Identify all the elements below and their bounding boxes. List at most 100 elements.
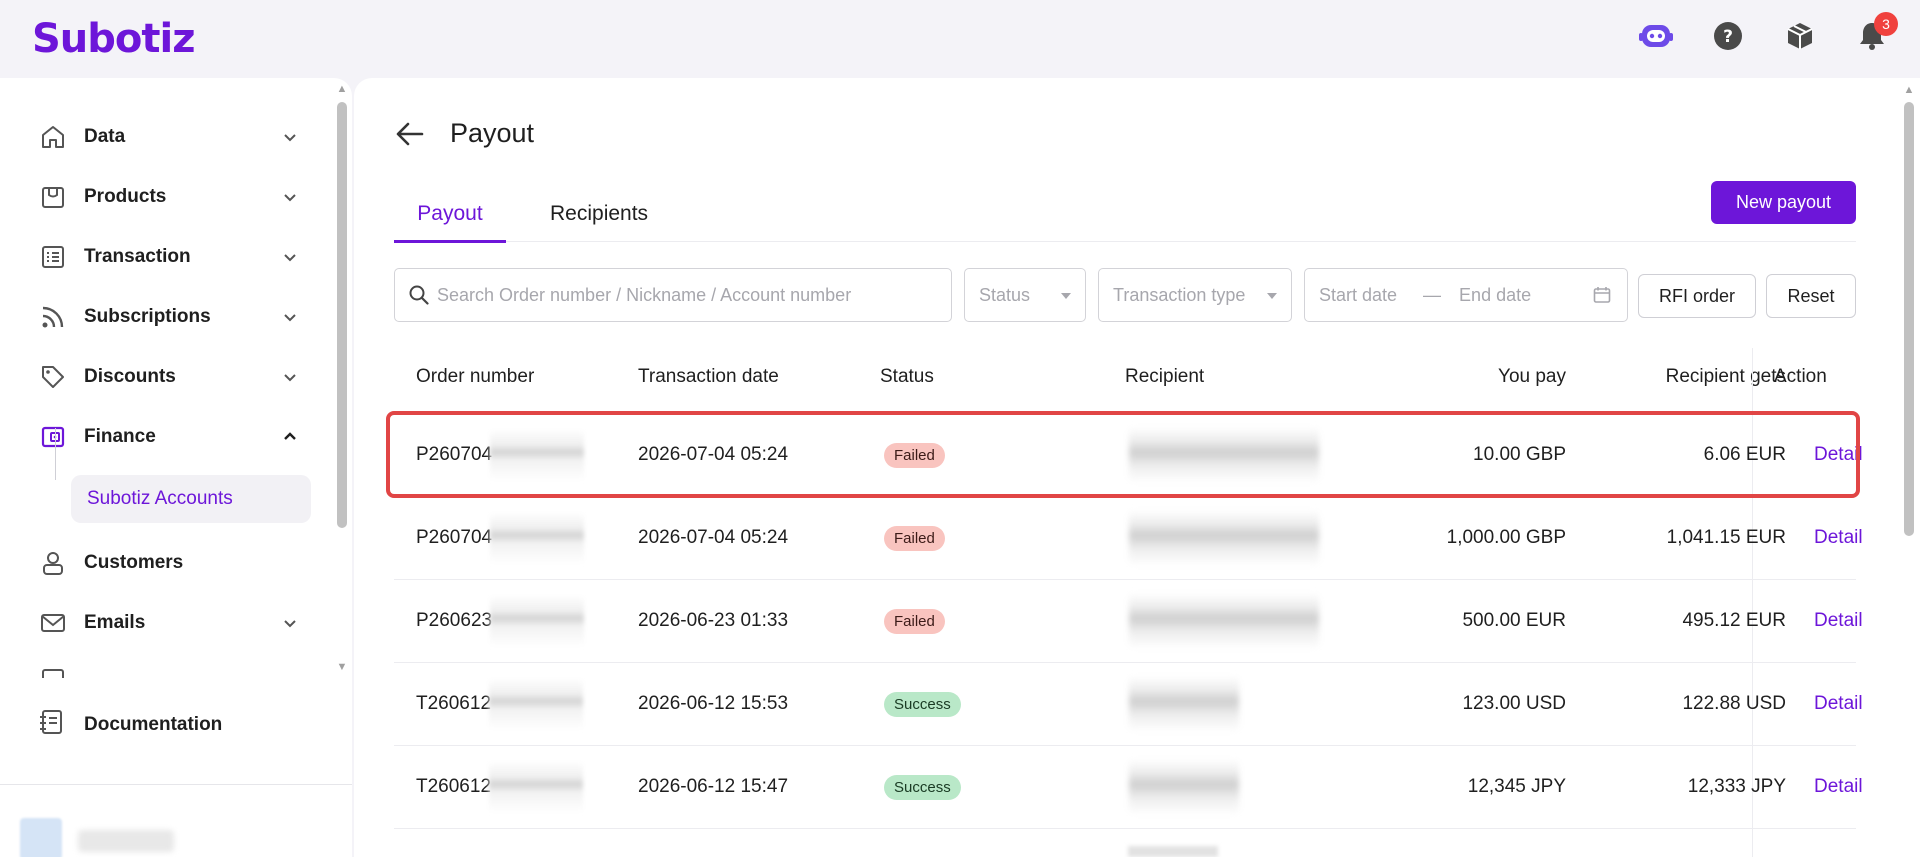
table-row: P260704 2026-07-04 05:24 Failed 10.00 GB… bbox=[394, 414, 1863, 497]
order-number-cell: T260612 bbox=[416, 663, 584, 745]
sidebar-scrollbar[interactable]: ▲ ▼ bbox=[333, 78, 351, 678]
sidebar-item-partial[interactable] bbox=[38, 656, 300, 678]
calendar-icon bbox=[38, 663, 68, 678]
detail-link[interactable]: Detail bbox=[1814, 663, 1863, 745]
transaction-date: 2026-07-04 05:24 bbox=[638, 444, 789, 465]
sidebar-item-products[interactable]: Products bbox=[38, 175, 300, 219]
recipient-gets-amount: 12,333 JPY bbox=[1687, 776, 1786, 797]
status-cell: Failed bbox=[884, 414, 945, 496]
tab-payout[interactable]: Payout bbox=[394, 188, 506, 243]
svg-text:?: ? bbox=[1723, 27, 1733, 47]
order-number-cell: T260612 bbox=[416, 746, 584, 828]
you-pay-amount: 123.00 USD bbox=[1462, 693, 1566, 714]
detail-link[interactable]: Detail bbox=[1814, 746, 1863, 828]
rss-icon bbox=[38, 302, 68, 332]
submenu-guide-line bbox=[55, 428, 56, 480]
transaction-date: 2026-06-12 15:47 bbox=[638, 776, 789, 797]
main-scroll-thumb[interactable] bbox=[1904, 102, 1914, 536]
help-icon[interactable]: ? bbox=[1710, 18, 1746, 54]
sidebar-item-customers[interactable]: Customers bbox=[38, 541, 300, 585]
recipient-cell bbox=[1129, 663, 1329, 745]
search-input[interactable] bbox=[437, 284, 937, 306]
tab-recipients[interactable]: Recipients bbox=[550, 188, 648, 242]
you-pay-amount: 1,000.00 GBP bbox=[1446, 527, 1566, 548]
page-title: Payout bbox=[450, 118, 535, 148]
detail-link[interactable]: Detail bbox=[1814, 414, 1863, 496]
column-header-you-pay: You pay bbox=[1498, 366, 1566, 387]
caret-down-icon bbox=[1267, 293, 1277, 299]
transaction-type-placeholder: Transaction type bbox=[1113, 284, 1246, 305]
scroll-down-arrow-icon[interactable]: ▼ bbox=[336, 662, 348, 673]
sidebar-item-data[interactable]: Data bbox=[38, 115, 300, 159]
detail-link[interactable]: Detail bbox=[1814, 497, 1863, 579]
start-date-placeholder[interactable]: Start date bbox=[1319, 285, 1397, 306]
order-number: T260612 bbox=[416, 693, 492, 714]
sidebar-item-transaction[interactable]: Transaction bbox=[38, 235, 300, 279]
column-header-recipient: Recipient bbox=[1125, 366, 1205, 387]
date-separator: — bbox=[1423, 284, 1442, 305]
sidebar-item-emails[interactable]: Emails bbox=[38, 601, 300, 645]
table-row: T260612 2026-06-12 15:53 Success 123.00 … bbox=[394, 663, 1863, 746]
app-logo[interactable]: Subotiz bbox=[32, 16, 196, 62]
rfi-order-button[interactable]: RFI order bbox=[1638, 274, 1756, 318]
top-bar: Subotiz ? 3 bbox=[0, 0, 1920, 78]
order-number-cell: P260704 bbox=[416, 497, 585, 579]
order-number-redacted bbox=[490, 429, 585, 481]
sidebar-subitem-subotiz-accounts[interactable]: Subotiz Accounts bbox=[71, 475, 311, 523]
sidebar-scroll-thumb[interactable] bbox=[337, 102, 347, 528]
recipient-redacted bbox=[1129, 593, 1319, 649]
table-row: T260612 2026-06-12 15:47 Success 12,345 … bbox=[394, 746, 1863, 829]
order-number-redacted bbox=[490, 512, 585, 564]
column-header-order: Order number bbox=[416, 366, 535, 387]
package-icon[interactable] bbox=[1782, 18, 1818, 54]
status-select[interactable]: Status bbox=[964, 268, 1086, 322]
sidebar-item-label: Finance bbox=[84, 426, 156, 447]
sidebar-item-subscriptions[interactable]: Subscriptions bbox=[38, 295, 300, 339]
you-pay-amount: 500.00 EUR bbox=[1462, 610, 1566, 631]
tab-bar: Payout Recipients bbox=[394, 188, 1856, 243]
reset-button[interactable]: Reset bbox=[1766, 274, 1856, 318]
documentation-icon bbox=[38, 708, 64, 741]
sidebar-item-discounts[interactable]: Discounts bbox=[38, 355, 300, 399]
table-row: P260623 2026-06-23 01:33 Failed 500.00 E… bbox=[394, 580, 1863, 663]
status-select-placeholder: Status bbox=[979, 284, 1031, 305]
wallet-icon bbox=[38, 422, 68, 452]
search-field[interactable] bbox=[394, 268, 952, 322]
recipient-gets-amount: 122.88 USD bbox=[1682, 693, 1786, 714]
account-name-redacted bbox=[78, 830, 174, 852]
recipient-cell bbox=[1129, 414, 1329, 496]
recipient-gets-amount: 6.06 EUR bbox=[1703, 444, 1786, 465]
main-scrollbar[interactable]: ▲ bbox=[1898, 78, 1920, 857]
sidebar-item-documentation[interactable]: Documentation bbox=[38, 708, 222, 741]
transaction-date: 2026-07-04 05:24 bbox=[638, 527, 789, 548]
sidebar-item-label: Data bbox=[84, 126, 126, 147]
status-badge: Failed bbox=[884, 525, 945, 551]
column-header-date: Transaction date bbox=[638, 366, 779, 387]
status-cell: Success bbox=[884, 746, 961, 828]
order-number-cell: P260623 bbox=[416, 580, 585, 662]
detail-link[interactable]: Detail bbox=[1814, 580, 1863, 662]
transaction-type-select[interactable]: Transaction type bbox=[1098, 268, 1292, 322]
assistant-bot-icon[interactable] bbox=[1638, 18, 1674, 54]
scroll-up-arrow-icon[interactable]: ▲ bbox=[1903, 84, 1915, 96]
chevron-down-icon bbox=[284, 620, 296, 628]
you-pay-amount: 12,345 JPY bbox=[1467, 776, 1566, 797]
sidebar-item-finance[interactable]: Finance bbox=[38, 415, 300, 459]
notification-bell-icon[interactable]: 3 bbox=[1854, 12, 1898, 54]
new-payout-button[interactable]: New payout bbox=[1711, 181, 1856, 224]
mail-icon bbox=[38, 608, 68, 638]
status-badge: Failed bbox=[884, 608, 945, 634]
chevron-down-icon bbox=[284, 314, 296, 322]
sidebar-item-label: Subscriptions bbox=[84, 306, 211, 327]
transaction-date: 2026-06-12 15:53 bbox=[638, 693, 789, 714]
caret-down-icon bbox=[1061, 293, 1071, 299]
back-arrow-icon[interactable] bbox=[394, 118, 426, 150]
recipient-redacted bbox=[1129, 510, 1319, 566]
order-number: T260612 bbox=[416, 776, 492, 797]
end-date-placeholder[interactable]: End date bbox=[1459, 285, 1531, 306]
date-range-picker[interactable]: Start date — End date bbox=[1304, 268, 1628, 322]
top-icons: ? 3 bbox=[1638, 12, 1898, 54]
user-icon bbox=[38, 548, 68, 578]
scroll-up-arrow-icon[interactable]: ▲ bbox=[336, 84, 348, 95]
account-avatar[interactable] bbox=[20, 818, 62, 857]
